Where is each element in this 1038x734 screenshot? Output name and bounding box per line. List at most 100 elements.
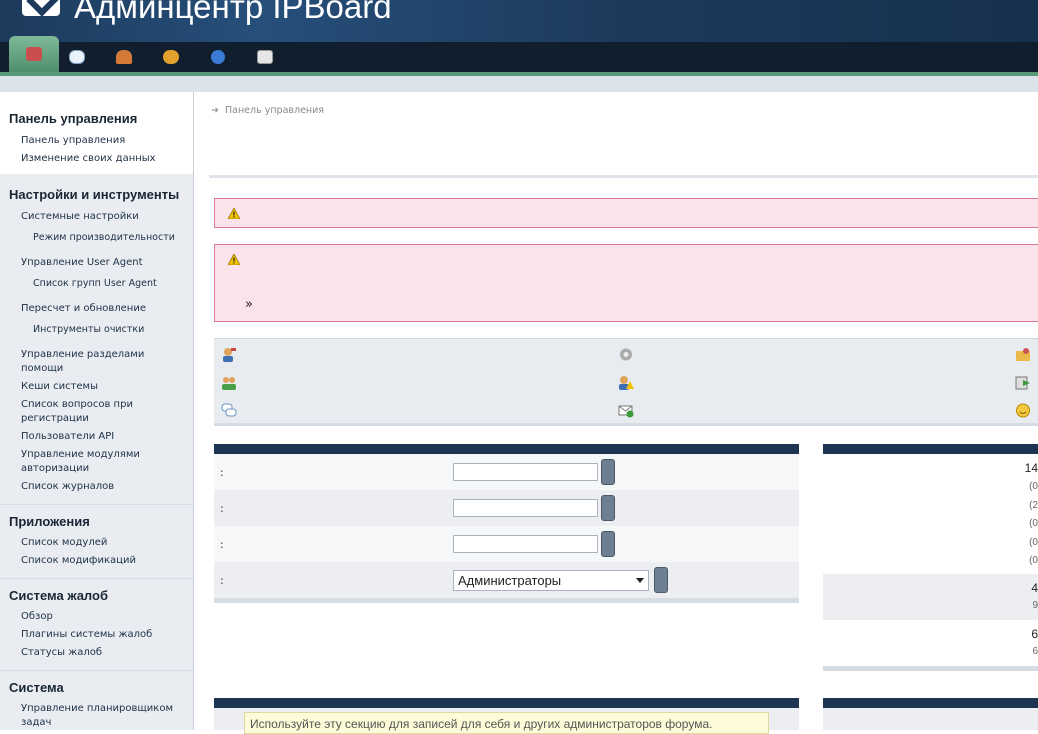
- main-content: ➜ Панель управления » : ::: Администра…: [195, 92, 1038, 734]
- warning-link[interactable]: »: [245, 297, 253, 312]
- search-go-button[interactable]: [654, 567, 668, 593]
- sidebar-section-applications: Приложения Список модулей Список модифик…: [0, 505, 193, 578]
- tab-addons[interactable]: [242, 42, 288, 72]
- mail-add-icon[interactable]: [618, 403, 634, 418]
- sidebar-item-logs[interactable]: Список журналов: [21, 480, 114, 494]
- sidebar-item-hooks-list[interactable]: Список модификаций: [21, 554, 136, 568]
- sidebar: Панель управления Панель управления Изме…: [0, 92, 194, 730]
- members-group-icon[interactable]: [221, 375, 237, 390]
- search-email-input[interactable]: [453, 499, 598, 517]
- form-row: :: [214, 490, 799, 526]
- warning-box: »: [214, 244, 1038, 322]
- sidebar-item-cleanup-tools[interactable]: Инструменты очистки: [33, 323, 144, 337]
- tab-forums[interactable]: [54, 42, 100, 72]
- sidebar-item-help-files-cont[interactable]: помощи: [21, 362, 63, 376]
- ipboard-logo-icon: [22, 0, 60, 16]
- sidebar-section-title: Система жалоб: [9, 588, 108, 603]
- search-go-button[interactable]: [601, 531, 615, 557]
- stat-value: 6: [1032, 646, 1038, 657]
- sidebar-item-performance-mode[interactable]: Режим производительности: [33, 231, 175, 245]
- system-tab-icon: [26, 47, 42, 61]
- sidebar-item-task-manager-cont[interactable]: задач: [21, 716, 51, 730]
- stat-value: (2: [1029, 500, 1038, 511]
- form-label: :: [220, 538, 224, 551]
- member-warning-icon[interactable]: [618, 375, 634, 390]
- sidebar-item-reports-overview[interactable]: Обзор: [21, 610, 53, 624]
- smiley-icon[interactable]: [1015, 403, 1031, 418]
- export-icon[interactable]: [1015, 375, 1031, 390]
- search-go-button[interactable]: [601, 459, 615, 485]
- search-go-button[interactable]: [601, 495, 615, 521]
- stat-value: 6: [1031, 627, 1038, 641]
- form-label: :: [220, 502, 224, 515]
- sidebar-item-recount-rebuild[interactable]: Пересчет и обновление: [21, 302, 146, 316]
- tab-system[interactable]: [9, 36, 59, 72]
- sidebar-item-registration-questions-cont[interactable]: регистрации: [21, 412, 89, 426]
- arrow-right-icon: ➜: [211, 105, 219, 116]
- stats-block: 1⁠4 (0 (2 (0 (0 (0: [823, 454, 1038, 574]
- search-ip-input[interactable]: [453, 535, 598, 553]
- sidebar-item-user-agents[interactable]: Управление User Agent: [21, 256, 142, 270]
- folder-icon[interactable]: [1015, 347, 1031, 362]
- speech-bubbles-icon[interactable]: [221, 403, 237, 418]
- sidebar-item-system-caches[interactable]: Кеши системы: [21, 380, 98, 394]
- group-select[interactable]: Администраторы: [453, 570, 649, 591]
- side-panel-body: [823, 708, 1038, 730]
- sidebar-section-reports: Система жалоб Обзор Плагины системы жало…: [0, 579, 193, 670]
- sidebar-section-title: Приложения: [9, 514, 90, 529]
- stat-value: 1⁠4: [1024, 461, 1038, 475]
- sidebar-item-system-settings[interactable]: Системные настройки: [21, 210, 139, 224]
- help-icon: [211, 50, 225, 64]
- sidebar-section-title: Система: [9, 680, 64, 695]
- stat-value: (0: [1029, 555, 1038, 566]
- gear-icon[interactable]: [618, 347, 634, 362]
- stat-value: 4: [1031, 581, 1038, 595]
- sidebar-item-registration-questions[interactable]: Список вопросов при: [21, 398, 133, 412]
- main-tab-bar: [0, 36, 1038, 72]
- member-edit-icon[interactable]: [221, 347, 237, 362]
- form-label: :: [220, 574, 224, 587]
- sidebar-item-dashboard[interactable]: Панель управления: [21, 134, 125, 148]
- tab-members[interactable]: [101, 42, 147, 72]
- sidebar-section-title: Настройки и инструменты: [9, 187, 180, 202]
- stats-block: 6 6: [823, 620, 1038, 666]
- speech-bubbles-icon: [69, 50, 85, 64]
- form-row: :: [214, 454, 799, 490]
- sidebar-item-report-statuses[interactable]: Статусы жалоб: [21, 646, 102, 660]
- sidebar-item-api-users[interactable]: Пользователи API: [21, 430, 114, 444]
- stat-value: (0: [1029, 481, 1038, 492]
- notes-panel-header: [214, 698, 799, 708]
- header-divider: [209, 175, 1038, 178]
- sidebar-section-title: Панель управления: [9, 111, 138, 126]
- quick-links-panel: [214, 338, 1038, 426]
- stats-panel-header: [823, 444, 1038, 454]
- sidebar-section-dashboard: Панель управления Панель управления Изме…: [0, 92, 193, 172]
- breadcrumb-link[interactable]: Панель управления: [225, 105, 324, 116]
- sidebar-item-help-files[interactable]: Управление разделами: [21, 348, 144, 362]
- package-icon: [257, 50, 273, 64]
- form-row: :: [214, 526, 799, 562]
- sidebar-item-applications-list[interactable]: Список модулей: [21, 536, 107, 550]
- app-header: Админцентр IPBoard: [0, 0, 1038, 42]
- warning-box: [214, 198, 1038, 228]
- tab-look-and-feel[interactable]: [148, 42, 194, 72]
- sidebar-item-login-modules-cont[interactable]: авторизации: [21, 462, 89, 476]
- sidebar-item-edit-profile[interactable]: Изменение своих данных: [21, 152, 156, 166]
- sidebar-item-user-agent-groups[interactable]: Список групп User Agent: [33, 277, 157, 291]
- panel-footer: [214, 598, 799, 603]
- member-icon: [116, 50, 132, 64]
- sidebar-item-report-plugins[interactable]: Плагины системы жалоб: [21, 628, 152, 642]
- sidebar-section-system: Система Управление планировщиком задач: [0, 671, 193, 730]
- search-name-input[interactable]: [453, 463, 598, 481]
- app-title: Админцентр IPBoard: [74, 0, 392, 25]
- tab-help[interactable]: [195, 42, 241, 72]
- sidebar-item-login-modules[interactable]: Управление модулями: [21, 448, 140, 462]
- warning-icon: [228, 208, 240, 219]
- side-panel-header: [823, 698, 1038, 708]
- group-select-value: Администраторы: [458, 573, 562, 588]
- admin-notes-hint: Используйте эту секцию для записей для с…: [244, 712, 769, 734]
- stats-block: 4 9: [823, 574, 1038, 620]
- form-label: :: [220, 466, 224, 479]
- warning-icon: [228, 254, 240, 265]
- sidebar-item-task-manager[interactable]: Управление планировщиком: [21, 702, 173, 716]
